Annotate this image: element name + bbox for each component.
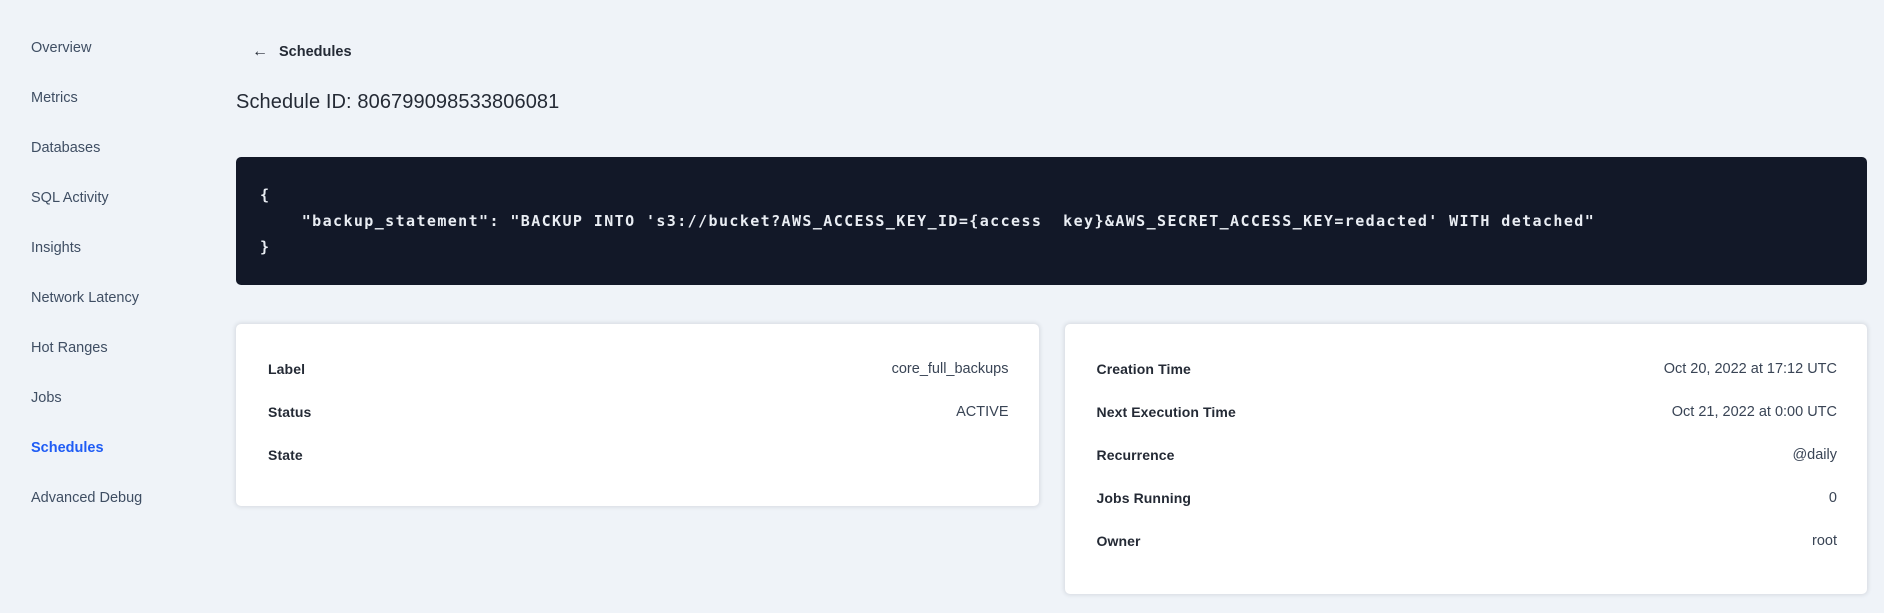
sidebar: Overview Metrics Databases SQL Activity … <box>0 0 210 613</box>
detail-value: @daily <box>1792 446 1837 463</box>
sidebar-item-jobs[interactable]: Jobs <box>0 373 210 423</box>
back-to-schedules-link[interactable]: ← Schedules <box>252 43 352 61</box>
detail-label: Recurrence <box>1096 446 1175 463</box>
sidebar-item-advanced-debug[interactable]: Advanced Debug <box>0 473 210 523</box>
sidebar-item-metrics[interactable]: Metrics <box>0 73 210 123</box>
detail-label: Label <box>268 360 306 377</box>
detail-value: root <box>1812 532 1837 549</box>
detail-label: Jobs Running <box>1096 489 1192 506</box>
back-link-label: Schedules <box>279 44 352 60</box>
sidebar-item-databases[interactable]: Databases <box>0 123 210 173</box>
schedule-details-card: Label core_full_backups Status ACTIVE St… <box>236 324 1039 506</box>
detail-row-creation-time: Creation Time Oct 20, 2022 at 17:12 UTC <box>1097 347 1838 390</box>
code-line: "backup_statement": "BACKUP INTO 's3://b… <box>260 212 1596 230</box>
detail-label: State <box>268 446 303 463</box>
detail-value: ACTIVE <box>956 403 1009 420</box>
detail-row-state: State <box>268 433 1009 476</box>
detail-cards-row: Label core_full_backups Status ACTIVE St… <box>236 324 1867 594</box>
sidebar-item-overview[interactable]: Overview <box>0 23 210 73</box>
detail-value: Oct 21, 2022 at 0:00 UTC <box>1671 403 1837 420</box>
detail-label: Status <box>268 403 312 420</box>
detail-label: Owner <box>1096 532 1141 549</box>
detail-row-label: Label core_full_backups <box>268 347 1009 390</box>
schedule-statement-code-block: { "backup_statement": "BACKUP INTO 's3:/… <box>236 157 1867 285</box>
detail-label: Next Execution Time <box>1096 403 1236 420</box>
detail-value: core_full_backups <box>891 360 1009 377</box>
detail-row-next-execution-time: Next Execution Time Oct 21, 2022 at 0:00… <box>1097 390 1838 433</box>
main-content: ← Schedules Schedule ID: 806799098533806… <box>236 0 1867 594</box>
detail-value: Oct 20, 2022 at 17:12 UTC <box>1663 360 1837 377</box>
code-line: { <box>260 186 271 204</box>
detail-row-jobs-running: Jobs Running 0 <box>1097 476 1838 519</box>
back-arrow-icon: ← <box>252 43 268 60</box>
detail-row-owner: Owner root <box>1097 519 1838 562</box>
sidebar-item-hot-ranges[interactable]: Hot Ranges <box>0 323 210 373</box>
page-title: Schedule ID: 806799098533806081 <box>236 91 560 113</box>
sidebar-item-network-latency[interactable]: Network Latency <box>0 273 210 323</box>
detail-value: 0 <box>1828 489 1837 506</box>
sidebar-item-sql-activity[interactable]: SQL Activity <box>0 173 210 223</box>
detail-label: Creation Time <box>1096 360 1191 377</box>
detail-row-status: Status ACTIVE <box>268 390 1009 433</box>
sidebar-item-insights[interactable]: Insights <box>0 223 210 273</box>
detail-row-recurrence: Recurrence @daily <box>1097 433 1838 476</box>
schedule-timing-card: Creation Time Oct 20, 2022 at 17:12 UTC … <box>1064 324 1867 594</box>
sidebar-item-schedules[interactable]: Schedules <box>0 423 210 473</box>
code-line: } <box>260 238 271 256</box>
